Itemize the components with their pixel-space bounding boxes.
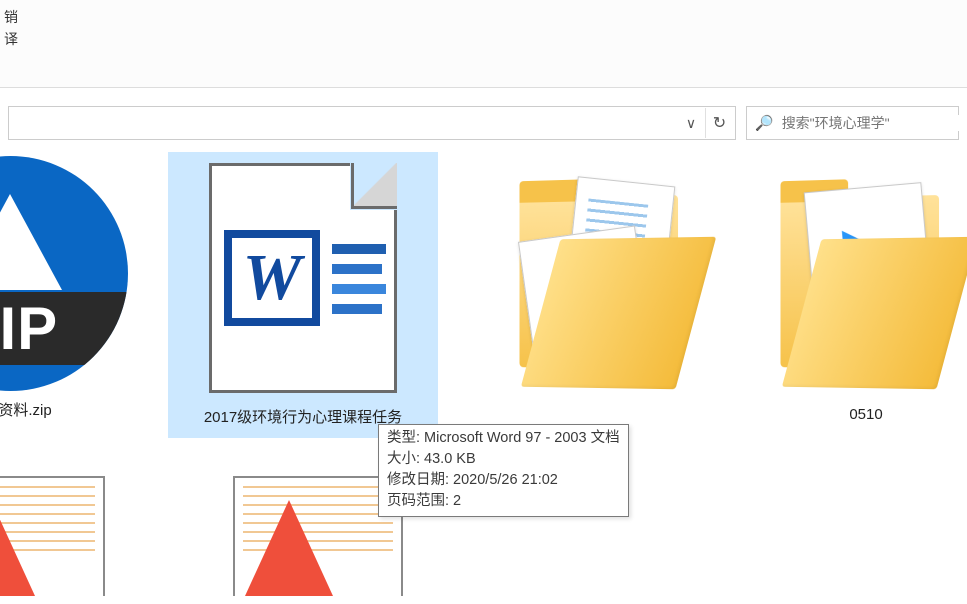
tooltip-mdate-key: 修改日期: — [387, 470, 449, 491]
file-item-pdf[interactable] — [0, 476, 160, 596]
address-bar[interactable]: ∨ ↻ — [8, 106, 736, 140]
word-doc-icon: W — [209, 163, 397, 393]
pdf-icon — [0, 476, 105, 596]
file-item-word-doc[interactable]: W 2017级环境行为心理课程任务 — [168, 152, 438, 438]
refresh-icon: ↻ — [713, 113, 726, 133]
search-box[interactable]: 🔍 — [746, 106, 959, 140]
files-pane[interactable]: ZIP 调研资料.zip W 2017级环境行为心理课程任务 型调控为分析与概 — [0, 148, 967, 604]
file-item-folder-docs[interactable]: 型调控为分析与概 — [470, 152, 740, 404]
ribbon-left-fragment: 销 译 — [4, 6, 18, 50]
file-item-zip[interactable]: ZIP 调研资料.zip — [0, 156, 150, 425]
tooltip-mdate-value: 2020/5/26 21:02 — [453, 470, 558, 491]
file-item-folder-0510[interactable]: 0510 — [756, 152, 967, 434]
tooltip-pages-key: 页码范围: — [387, 491, 449, 512]
search-input[interactable] — [782, 115, 963, 131]
chevron-down-icon: ∨ — [686, 115, 696, 132]
zip-badge: ZIP — [0, 292, 128, 365]
history-dropdown-button[interactable]: ∨ — [677, 108, 705, 138]
tooltip-size-value: 43.0 KB — [424, 449, 476, 470]
search-icon: 🔍 — [755, 114, 774, 132]
address-search-row: ∨ ↻ 🔍 — [0, 88, 967, 148]
file-label: 2017级环境行为心理课程任务 — [198, 404, 408, 429]
ribbon-btn-translate-fragment[interactable]: 译 — [4, 28, 18, 50]
tooltip-type-value: Microsoft Word 97 - 2003 文档 — [424, 428, 620, 449]
tooltip-type-key: 类型: — [387, 428, 420, 449]
zip-icon: ZIP — [0, 156, 128, 391]
ribbon-bar: 销 译 — [0, 0, 967, 88]
refresh-button[interactable]: ↻ — [705, 108, 733, 138]
file-tooltip: 类型:Microsoft Word 97 - 2003 文档 大小:43.0 K… — [378, 424, 629, 517]
file-label: 调研资料.zip — [0, 397, 58, 422]
ribbon-btn-cancel-fragment[interactable]: 销 — [4, 6, 18, 28]
tooltip-pages-value: 2 — [453, 491, 461, 512]
folder-icon: 型调控为分析与概 — [505, 171, 705, 386]
file-label: 0510 — [843, 404, 888, 425]
tooltip-size-key: 大小: — [387, 449, 420, 470]
folder-icon — [766, 171, 966, 386]
